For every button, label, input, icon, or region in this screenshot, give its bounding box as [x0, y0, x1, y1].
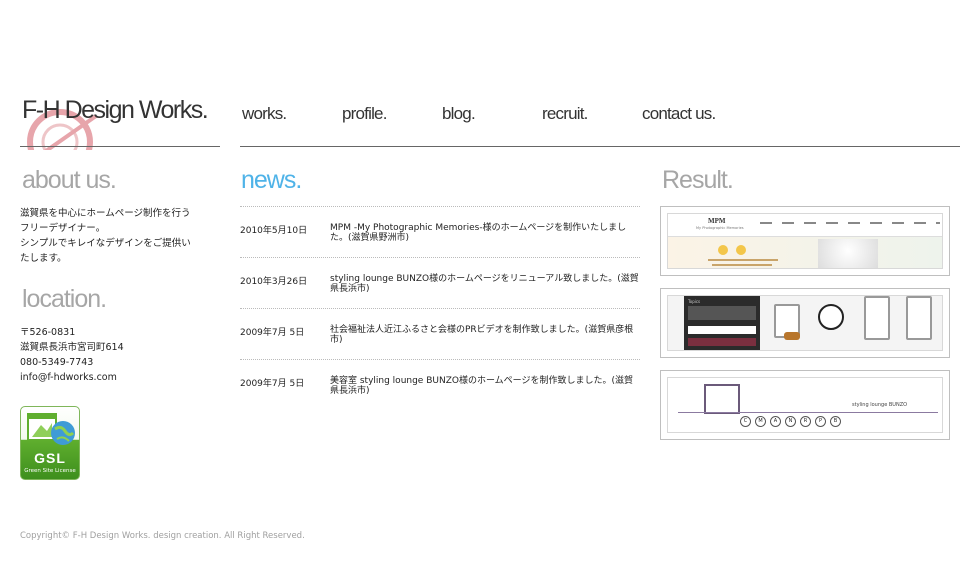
- about-title: about us.: [22, 166, 117, 194]
- site-logo[interactable]: F-H Design Works.: [18, 88, 228, 152]
- news-text[interactable]: 社会福祉法人近江ふるさと会様のPRビデオを制作致しました。(滋賀県彦根市): [330, 325, 640, 345]
- thumb-line: [678, 412, 938, 413]
- email-link[interactable]: info@f-hdworks.com: [20, 370, 124, 385]
- thumb-letter: A: [770, 416, 781, 427]
- thumb-panel-bar: [688, 338, 756, 346]
- nav-contact-us[interactable]: contact us.: [642, 104, 716, 124]
- news-item[interactable]: 2009年7月 5日 美容室 styling lounge BUNZO様のホーム…: [240, 359, 640, 411]
- gsl-badge[interactable]: GSL Green Site License: [20, 406, 80, 480]
- thumb-panel-box: [688, 306, 756, 320]
- news-date: 2010年3月26日: [240, 277, 308, 287]
- copyright: Copyright© F-H Design Works. design crea…: [20, 531, 305, 541]
- thumb-chair: [906, 296, 932, 340]
- phone: 080-5349-7743: [20, 357, 94, 368]
- news-item[interactable]: 2010年5月10日 MPM -My Photographic Memories…: [240, 206, 640, 258]
- about-line: たします。: [20, 253, 67, 264]
- result-thumbnail-mpm[interactable]: MPM My Photographic Memories: [660, 206, 950, 276]
- thumb-caption-line: [712, 264, 772, 266]
- nav-blog[interactable]: blog.: [442, 104, 476, 124]
- thumb-chair: [818, 304, 844, 330]
- thumb-letter: P: [815, 416, 826, 427]
- thumb-chair: [864, 296, 890, 340]
- thumb-dot: [718, 245, 728, 255]
- thumb-dot: [736, 245, 746, 255]
- thumb-letter: N: [785, 416, 796, 427]
- news-text[interactable]: MPM -My Photographic Memories-様のホームページを制…: [330, 223, 640, 243]
- news-date: 2010年5月10日: [240, 226, 308, 236]
- thumb-letter: M: [755, 416, 766, 427]
- location-text: 〒526-0831 滋賀県長浜市宮司町614 080-5349-7743 inf…: [20, 325, 124, 385]
- thumb-menu: [760, 222, 940, 224]
- nav-works[interactable]: works.: [242, 104, 287, 124]
- thumbnail-preview: styling lounge BUNZO C M A N R P B: [667, 377, 943, 433]
- divider-left: [20, 146, 220, 147]
- postal-code: 〒526-0831: [20, 327, 76, 338]
- nav-recruit[interactable]: recruit.: [542, 104, 588, 124]
- about-line: シンプルでキレイなデザインをご提供い: [20, 238, 191, 249]
- green-site-icon: [27, 413, 75, 445]
- thumb-logo: MPM: [708, 217, 726, 225]
- thumbnail-preview: Topics: [667, 295, 943, 351]
- result-thumbnail-bunzo[interactable]: styling lounge BUNZO C M A N R P B: [660, 370, 950, 440]
- news-item[interactable]: 2010年3月26日 styling lounge BUNZO様のホームページを…: [240, 257, 640, 309]
- about-line: フリーデザイナー。: [20, 223, 106, 234]
- thumb-letter: R: [800, 416, 811, 427]
- thumb-dog: [784, 332, 800, 340]
- thumb-logo-sub: My Photographic Memories: [696, 226, 744, 230]
- news-text[interactable]: styling lounge BUNZO様のホームページをリニューアル致しました…: [330, 274, 640, 294]
- thumb-caption-line: [708, 259, 778, 261]
- result-thumbnail-salon[interactable]: Topics: [660, 288, 950, 358]
- thumbnail-preview: MPM My Photographic Memories: [667, 213, 943, 269]
- thumb-photo: [818, 239, 878, 268]
- badge-label: GSL: [34, 450, 66, 466]
- thumb-panel-label: Topics: [688, 299, 701, 304]
- thumb-frame: [704, 384, 740, 414]
- thumb-letter-row: C M A N R P B: [740, 416, 841, 427]
- news-text[interactable]: 美容室 styling lounge BUNZO様のホームページを制作致しました…: [330, 376, 640, 396]
- thumb-panel-bar: [688, 326, 756, 334]
- nav-profile[interactable]: profile.: [342, 104, 387, 124]
- about-text: 滋賀県を中心にホームページ制作を行う フリーデザイナー。 シンプルでキレイなデザ…: [20, 206, 191, 266]
- result-title: Result.: [662, 166, 734, 194]
- thumb-header: MPM My Photographic Memories: [668, 214, 942, 237]
- thumb-hero: [668, 237, 942, 268]
- thumb-logo: styling lounge BUNZO: [852, 402, 908, 408]
- address: 滋賀県長浜市宮司町614: [20, 342, 124, 353]
- news-date: 2009年7月 5日: [240, 379, 305, 389]
- badge-sublabel: Green Site License: [24, 468, 76, 474]
- news-date: 2009年7月 5日: [240, 328, 305, 338]
- thumb-letter: C: [740, 416, 751, 427]
- about-line: 滋賀県を中心にホームページ制作を行う: [20, 208, 191, 219]
- location-title: location.: [22, 285, 107, 313]
- news-title: news.: [241, 166, 302, 194]
- logo-text: F-H Design Works.: [22, 96, 209, 124]
- news-item[interactable]: 2009年7月 5日 社会福祉法人近江ふるさと会様のPRビデオを制作致しました。…: [240, 308, 640, 360]
- thumb-dark-panel: Topics: [684, 296, 760, 350]
- divider-main: [240, 146, 960, 147]
- thumb-letter: B: [830, 416, 841, 427]
